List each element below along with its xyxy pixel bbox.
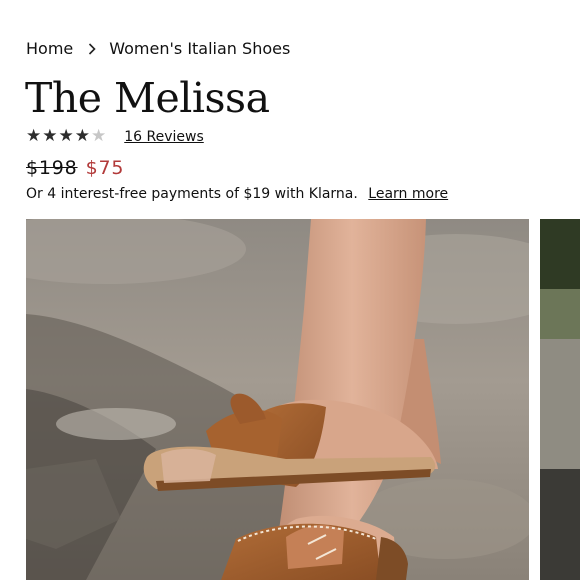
price-row: $198 $75	[26, 157, 124, 179]
rating-row: ★ ★ ★ ★ ★ 16 Reviews	[26, 128, 204, 145]
chevron-right-icon	[85, 42, 99, 56]
product-image-main[interactable]	[26, 219, 529, 580]
star-rating: ★ ★ ★ ★ ★	[26, 128, 106, 145]
breadcrumb-home-link[interactable]: Home	[26, 39, 73, 58]
sale-price: $75	[85, 157, 125, 179]
breadcrumb: Home Women's Italian Shoes	[26, 39, 290, 58]
product-image-next[interactable]	[540, 219, 580, 580]
reviews-link[interactable]: 16 Reviews	[124, 129, 204, 145]
klarna-installments: Or 4 interest-free payments of $19 with …	[26, 186, 448, 202]
breadcrumb-current-link[interactable]: Women's Italian Shoes	[109, 39, 290, 58]
installment-text: Or 4 interest-free payments of $19 with …	[26, 186, 358, 202]
star-filled-icon: ★	[26, 126, 42, 146]
product-title: The Melissa	[25, 74, 270, 122]
star-filled-icon: ★	[58, 126, 74, 146]
original-price: $198	[26, 157, 78, 179]
star-filled-icon: ★	[42, 126, 58, 146]
learn-more-link[interactable]: Learn more	[368, 186, 448, 202]
star-filled-icon: ★	[74, 126, 90, 146]
star-empty-icon: ★	[91, 126, 107, 146]
